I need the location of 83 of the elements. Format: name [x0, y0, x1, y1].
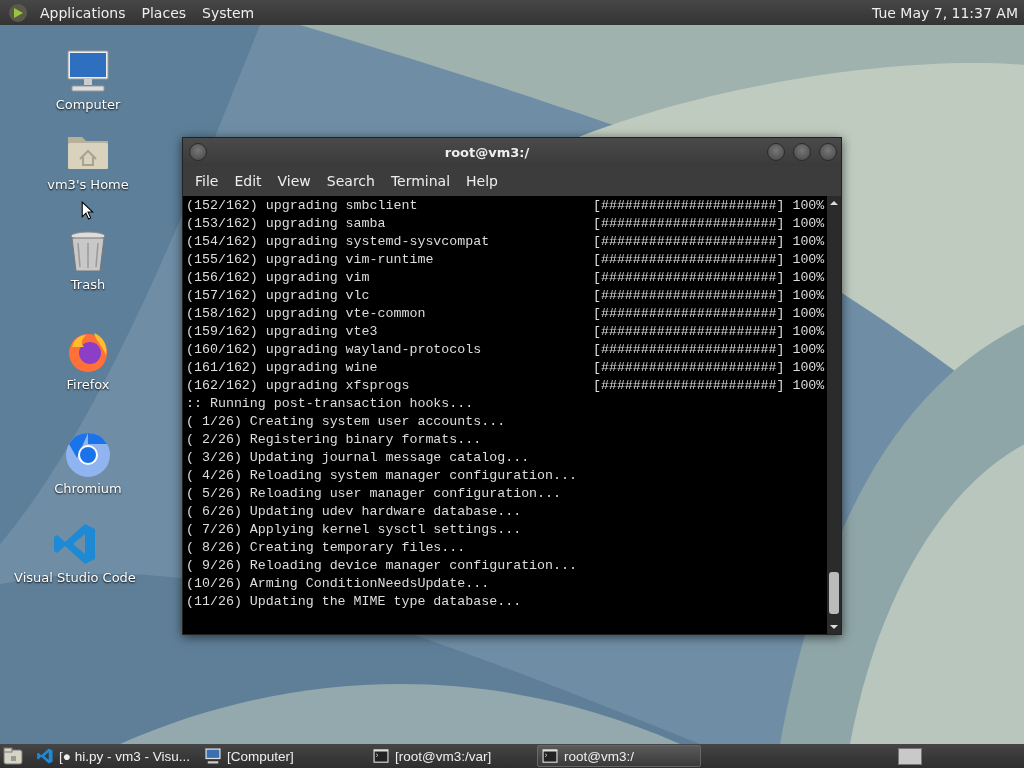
percent-text: 100% [792, 269, 825, 287]
icon-label[interactable]: Firefox [66, 377, 110, 392]
scrollbar-thumb[interactable] [829, 572, 839, 614]
panel-menu[interactable]: Places [135, 4, 193, 21]
progress-text: [######################] [592, 251, 785, 269]
window-menu-button[interactable] [189, 143, 207, 161]
progress-text: [######################] [592, 269, 785, 287]
percent-text: 100% [792, 323, 825, 341]
progress-text: [######################] [592, 215, 785, 233]
terminal-line: ( 3/26) Updating journal message catalog... [186, 449, 531, 467]
icon-label[interactable]: vm3's Home [47, 177, 129, 192]
terminal-line: (154/162) upgrading systemd-sysvcompat [186, 233, 491, 251]
terminal-line: (161/162) upgrading wine [186, 359, 379, 377]
terminal-line: (153/162) upgrading samba [186, 215, 387, 233]
scroll-up-icon[interactable] [829, 200, 839, 206]
terminal-line: (152/162) upgrading smbclient [186, 197, 419, 215]
taskbar-button[interactable]: root@vm3:/ [537, 745, 701, 767]
percent-text: 100% [792, 197, 825, 215]
terminal-line: (158/162) upgrading vte-common [186, 305, 427, 323]
chromium-icon [64, 431, 112, 479]
terminal-line: ( 5/26) Reloading user manager configuration... [186, 485, 563, 503]
menu-item[interactable]: Terminal [382, 173, 459, 189]
taskbar-button[interactable]: [root@vm3:/var] [369, 745, 533, 767]
terminal-line: ( 4/26) Reloading system manager configuration... [186, 467, 578, 485]
close-button[interactable] [819, 143, 837, 161]
terminal-line: :: Running post-transaction hooks... [186, 395, 475, 413]
scroll-down-icon[interactable] [829, 624, 839, 630]
progress-text: [######################] [592, 197, 785, 215]
panel-logo-icon[interactable] [8, 2, 28, 23]
maximize-button[interactable] [793, 143, 811, 161]
workspace-switcher[interactable] [898, 747, 922, 765]
progress-text: [######################] [592, 341, 785, 359]
clock[interactable]: Tue May 7, 11:37 AM [872, 4, 1018, 21]
terminal-line: (155/162) upgrading vim-runtime [186, 251, 435, 269]
terminal-line: (157/162) upgrading vlc [186, 287, 371, 305]
menu-item[interactable]: View [269, 173, 319, 189]
show-desktop-icon[interactable] [3, 747, 23, 765]
scrollbar[interactable] [827, 196, 841, 634]
percent-text: 100% [792, 233, 825, 251]
terminal-line: ( 8/26) Creating temporary files... [186, 539, 467, 557]
icon-label[interactable]: Visual Studio Code [14, 570, 136, 585]
progress-text: [######################] [592, 359, 785, 377]
terminal-line: (162/162) upgrading xfsprogs [186, 377, 411, 395]
code-editor-icon [36, 747, 54, 765]
computer-icon [64, 47, 112, 95]
terminal-line: (156/162) upgrading vim [186, 269, 371, 287]
percent-text: 100% [792, 341, 825, 359]
percent-text: 100% [792, 359, 825, 377]
percent-text: 100% [792, 251, 825, 269]
panel-menu[interactable]: Applications [34, 4, 132, 21]
terminal-line: (159/162) upgrading vte3 [186, 323, 379, 341]
percent-text: 100% [792, 215, 825, 233]
terminal-line: ( 9/26) Reloading device manager configuration... [186, 557, 578, 575]
taskbar-button[interactable]: [Computer] [201, 745, 365, 767]
icon-label[interactable]: Trash [70, 277, 106, 292]
terminal-line: ( 1/26) Creating system user accounts... [186, 413, 507, 431]
panel-menu[interactable]: System [196, 4, 261, 21]
terminal-icon [541, 747, 559, 765]
terminal-line: ( 6/26) Updating udev hardware database... [186, 503, 523, 521]
taskbar-button[interactable]: [● hi.py - vm3 - Visu... [33, 745, 197, 767]
percent-text: 100% [792, 377, 825, 395]
percent-text: 100% [792, 287, 825, 305]
progress-text: [######################] [592, 287, 785, 305]
progress-text: [######################] [592, 377, 785, 395]
terminal-line: ( 2/26) Registering binary formats... [186, 431, 483, 449]
progress-text: [######################] [592, 323, 785, 341]
terminal-icon [372, 747, 390, 765]
terminal-line: (160/162) upgrading wayland-protocols [186, 341, 483, 359]
terminal-line: (10/26) Arming ConditionNeedsUpdate... [186, 575, 491, 593]
terminal-line: ( 7/26) Applying kernel sysctl settings... [186, 521, 523, 539]
menu-item[interactable]: Edit [226, 173, 270, 189]
terminal-line: (11/26) Updating the MIME type database... [186, 593, 523, 611]
menu-item[interactable]: Help [458, 173, 506, 189]
icon-label[interactable]: Computer [55, 97, 121, 112]
computer-icon [204, 747, 222, 765]
minimize-button[interactable] [767, 143, 785, 161]
percent-text: 100% [792, 305, 825, 323]
menu-item[interactable]: File [187, 173, 227, 189]
mouse-cursor-icon [81, 201, 94, 220]
progress-text: [######################] [592, 305, 785, 323]
progress-text: [######################] [592, 233, 785, 251]
window-title: root@vm3:/ [443, 144, 531, 160]
menu-item[interactable]: Search [318, 173, 383, 189]
